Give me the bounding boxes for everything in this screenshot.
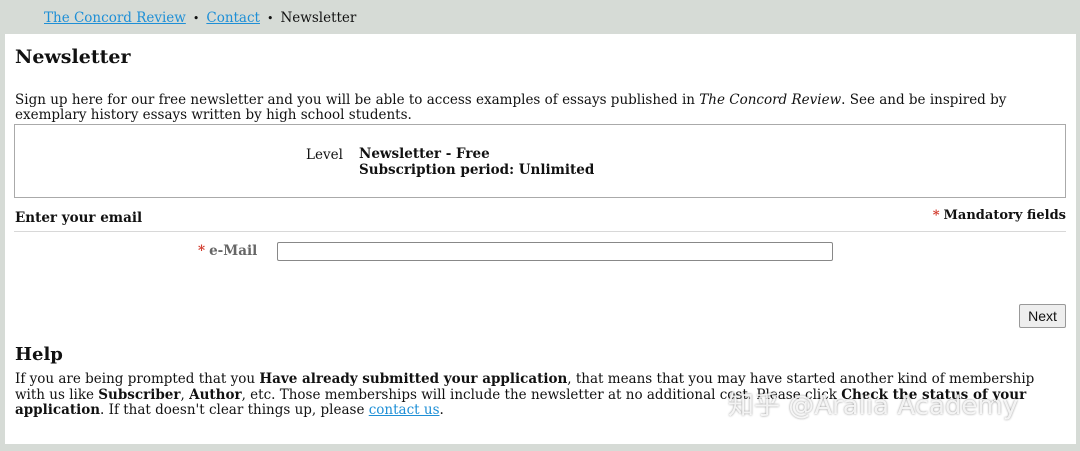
intro-text: Sign up here for our free newsletter and…: [15, 93, 1045, 123]
help-text-part: If you are being prompted that you: [15, 371, 260, 387]
subscription-period: Subscription period: Unlimited: [359, 161, 595, 178]
level-label: Level: [306, 147, 343, 163]
email-field[interactable]: [277, 242, 833, 261]
help-text: If you are being prompted that you Have …: [15, 371, 1060, 419]
required-marker: *: [198, 243, 206, 259]
help-text-part: ,: [180, 386, 190, 403]
breadcrumb: The Concord Review • Contact • Newsletter: [44, 10, 356, 26]
help-bold-already-submitted: Have already submitted your application: [259, 371, 568, 387]
help-heading: Help: [15, 344, 63, 365]
breadcrumb-separator: •: [192, 12, 200, 25]
breadcrumb-separator: •: [266, 12, 274, 25]
level-name: Newsletter - Free: [359, 146, 490, 162]
mandatory-fields-label: Mandatory fields: [943, 208, 1066, 223]
intro-publication-name: The Concord Review: [699, 92, 842, 108]
membership-level-box: Level Newsletter - Free Subscription per…: [14, 124, 1066, 198]
mandatory-fields-note: * Mandatory fields: [933, 208, 1066, 223]
breadcrumb-current: Newsletter: [280, 10, 357, 26]
email-section-heading: Enter your email: [15, 210, 143, 226]
breadcrumb-link-contact[interactable]: Contact: [206, 10, 260, 26]
help-text-part: .: [439, 402, 444, 418]
email-label-text: e-Mail: [209, 243, 258, 259]
section-divider: [14, 231, 1066, 232]
next-button[interactable]: Next: [1019, 304, 1066, 328]
required-marker: *: [932, 208, 940, 223]
contact-us-link[interactable]: contact us: [369, 402, 440, 418]
page-title: Newsletter: [15, 46, 131, 68]
email-field-label: * e-Mail: [198, 243, 257, 259]
breadcrumb-link-concord-review[interactable]: The Concord Review: [44, 10, 186, 26]
help-bold-author: Author: [189, 386, 242, 403]
help-bold-subscriber: Subscriber: [98, 386, 181, 403]
intro-prefix: Sign up here for our free newsletter and…: [15, 92, 700, 108]
level-details: Newsletter - Free Subscription period: U…: [359, 146, 595, 178]
help-text-part: . If that doesn't clear things up, pleas…: [100, 402, 369, 418]
help-text-part: , etc. Those memberships will include th…: [241, 386, 842, 403]
main-panel: Newsletter Sign up here for our free new…: [5, 34, 1076, 444]
